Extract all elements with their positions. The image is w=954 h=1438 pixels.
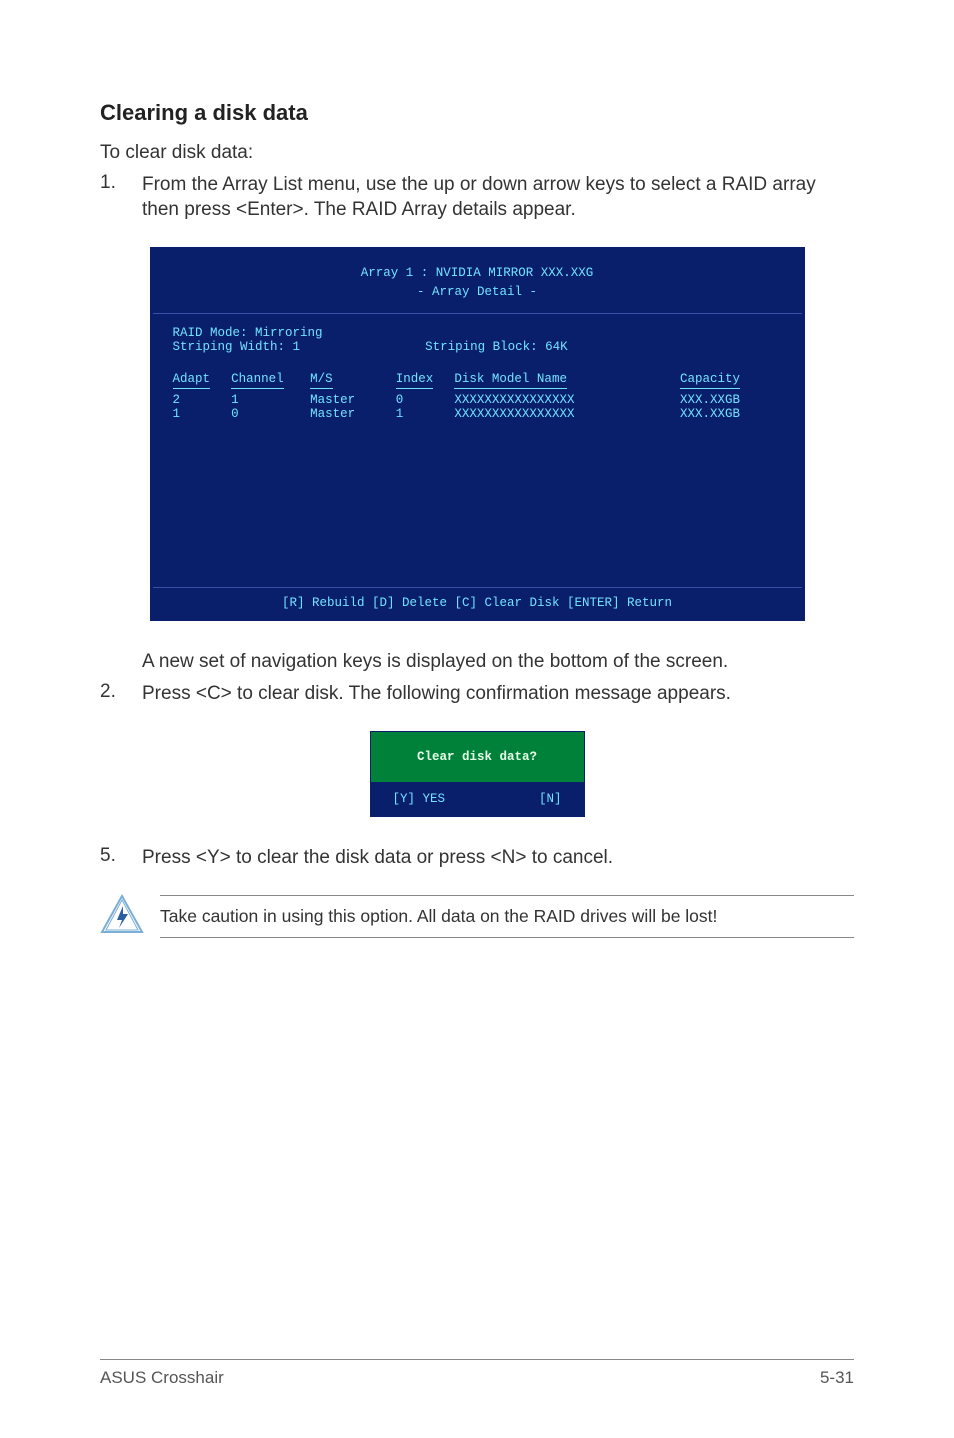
dialog-yes: [Y] YES (393, 792, 446, 806)
col-adapt: Adapt (173, 372, 211, 389)
table-row: 2 1 Master 0 XXXXXXXXXXXXXXXX XXX.XXGB (173, 393, 782, 407)
step-2: 2. Press <C> to clear disk. The followin… (100, 681, 854, 707)
intro-text: To clear disk data: (100, 140, 854, 166)
dialog-buttons: [Y] YES [N] (371, 782, 584, 816)
step-list-1: 1. From the Array List menu, use the up … (100, 172, 854, 223)
cell-index: 1 (396, 407, 455, 421)
cell-cap: XXX.XXGB (680, 407, 782, 421)
striping-width: Striping Width: 1 (173, 340, 301, 354)
cell-ms: Master (310, 393, 396, 407)
section-heading: Clearing a disk data (100, 100, 854, 126)
cell-channel: 1 (231, 393, 310, 407)
step-number: 5. (100, 845, 142, 871)
cell-channel: 0 (231, 407, 310, 421)
cell-adapt: 2 (173, 393, 232, 407)
cell-disk: XXXXXXXXXXXXXXXX (454, 393, 680, 407)
table-header-row: Adapt Channel M/S Index Disk Model Name … (173, 372, 782, 393)
step-number: 2. (100, 681, 142, 707)
step-5: 5. Press <Y> to clear the disk data or p… (100, 845, 854, 871)
cell-ms: Master (310, 407, 396, 421)
raid-mode: RAID Mode: Mirroring (173, 326, 782, 340)
step-text: Press <Y> to clear the disk data or pres… (142, 845, 613, 871)
bios-title-1: Array 1 : NVIDIA MIRROR XXX.XXG (153, 264, 802, 283)
cell-adapt: 1 (173, 407, 232, 421)
cell-disk: XXXXXXXXXXXXXXXX (454, 407, 680, 421)
bios-header: Array 1 : NVIDIA MIRROR XXX.XXG - Array … (153, 250, 802, 314)
cell-cap: XXX.XXGB (680, 393, 782, 407)
step-text: From the Array List menu, use the up or … (142, 172, 854, 223)
cell-index: 0 (396, 393, 455, 407)
bios-table-header: Adapt Channel M/S Index Disk Model Name … (153, 354, 802, 427)
col-disk: Disk Model Name (454, 372, 567, 389)
step-number: 1. (100, 172, 142, 223)
step-list-2: 2. Press <C> to clear disk. The followin… (100, 681, 854, 707)
footer-right: 5-31 (820, 1368, 854, 1388)
after-bios-note: A new set of navigation keys is displaye… (100, 649, 854, 675)
col-ms: M/S (310, 372, 333, 389)
caution-note: Take caution in using this option. All d… (100, 894, 854, 938)
col-index: Index (396, 372, 434, 389)
footer-left: ASUS Crosshair (100, 1368, 224, 1388)
bios-info-block: RAID Mode: Mirroring Striping Width: 1 S… (153, 314, 802, 354)
bios-footer-keys: [R] Rebuild [D] Delete [C] Clear Disk [E… (153, 588, 802, 618)
col-cap: Capacity (680, 372, 740, 389)
confirm-dialog: Clear disk data? [Y] YES [N] (370, 731, 585, 817)
striping-row: Striping Width: 1 Striping Block: 64K (173, 340, 782, 354)
step-1: 1. From the Array List menu, use the up … (100, 172, 854, 223)
bios-array-detail-panel: Array 1 : NVIDIA MIRROR XXX.XXG - Array … (150, 247, 805, 622)
table-row: 1 0 Master 1 XXXXXXXXXXXXXXXX XXX.XXGB (173, 407, 782, 421)
dialog-title: Clear disk data? (371, 732, 584, 782)
step-list-5: 5. Press <Y> to clear the disk data or p… (100, 845, 854, 871)
page-footer: ASUS Crosshair 5-31 (100, 1359, 854, 1388)
bios-spacer (153, 427, 802, 587)
bios-title-2: - Array Detail - (153, 283, 802, 302)
step-text: Press <C> to clear disk. The following c… (142, 681, 731, 707)
bios-table: Adapt Channel M/S Index Disk Model Name … (173, 372, 782, 421)
col-channel: Channel (231, 372, 284, 389)
after-bios-text: A new set of navigation keys is displaye… (142, 649, 728, 675)
lightning-warning-icon (100, 894, 144, 938)
striping-block: Striping Block: 64K (425, 340, 568, 354)
dialog-no: [N] (539, 792, 562, 806)
note-text: Take caution in using this option. All d… (160, 895, 854, 938)
